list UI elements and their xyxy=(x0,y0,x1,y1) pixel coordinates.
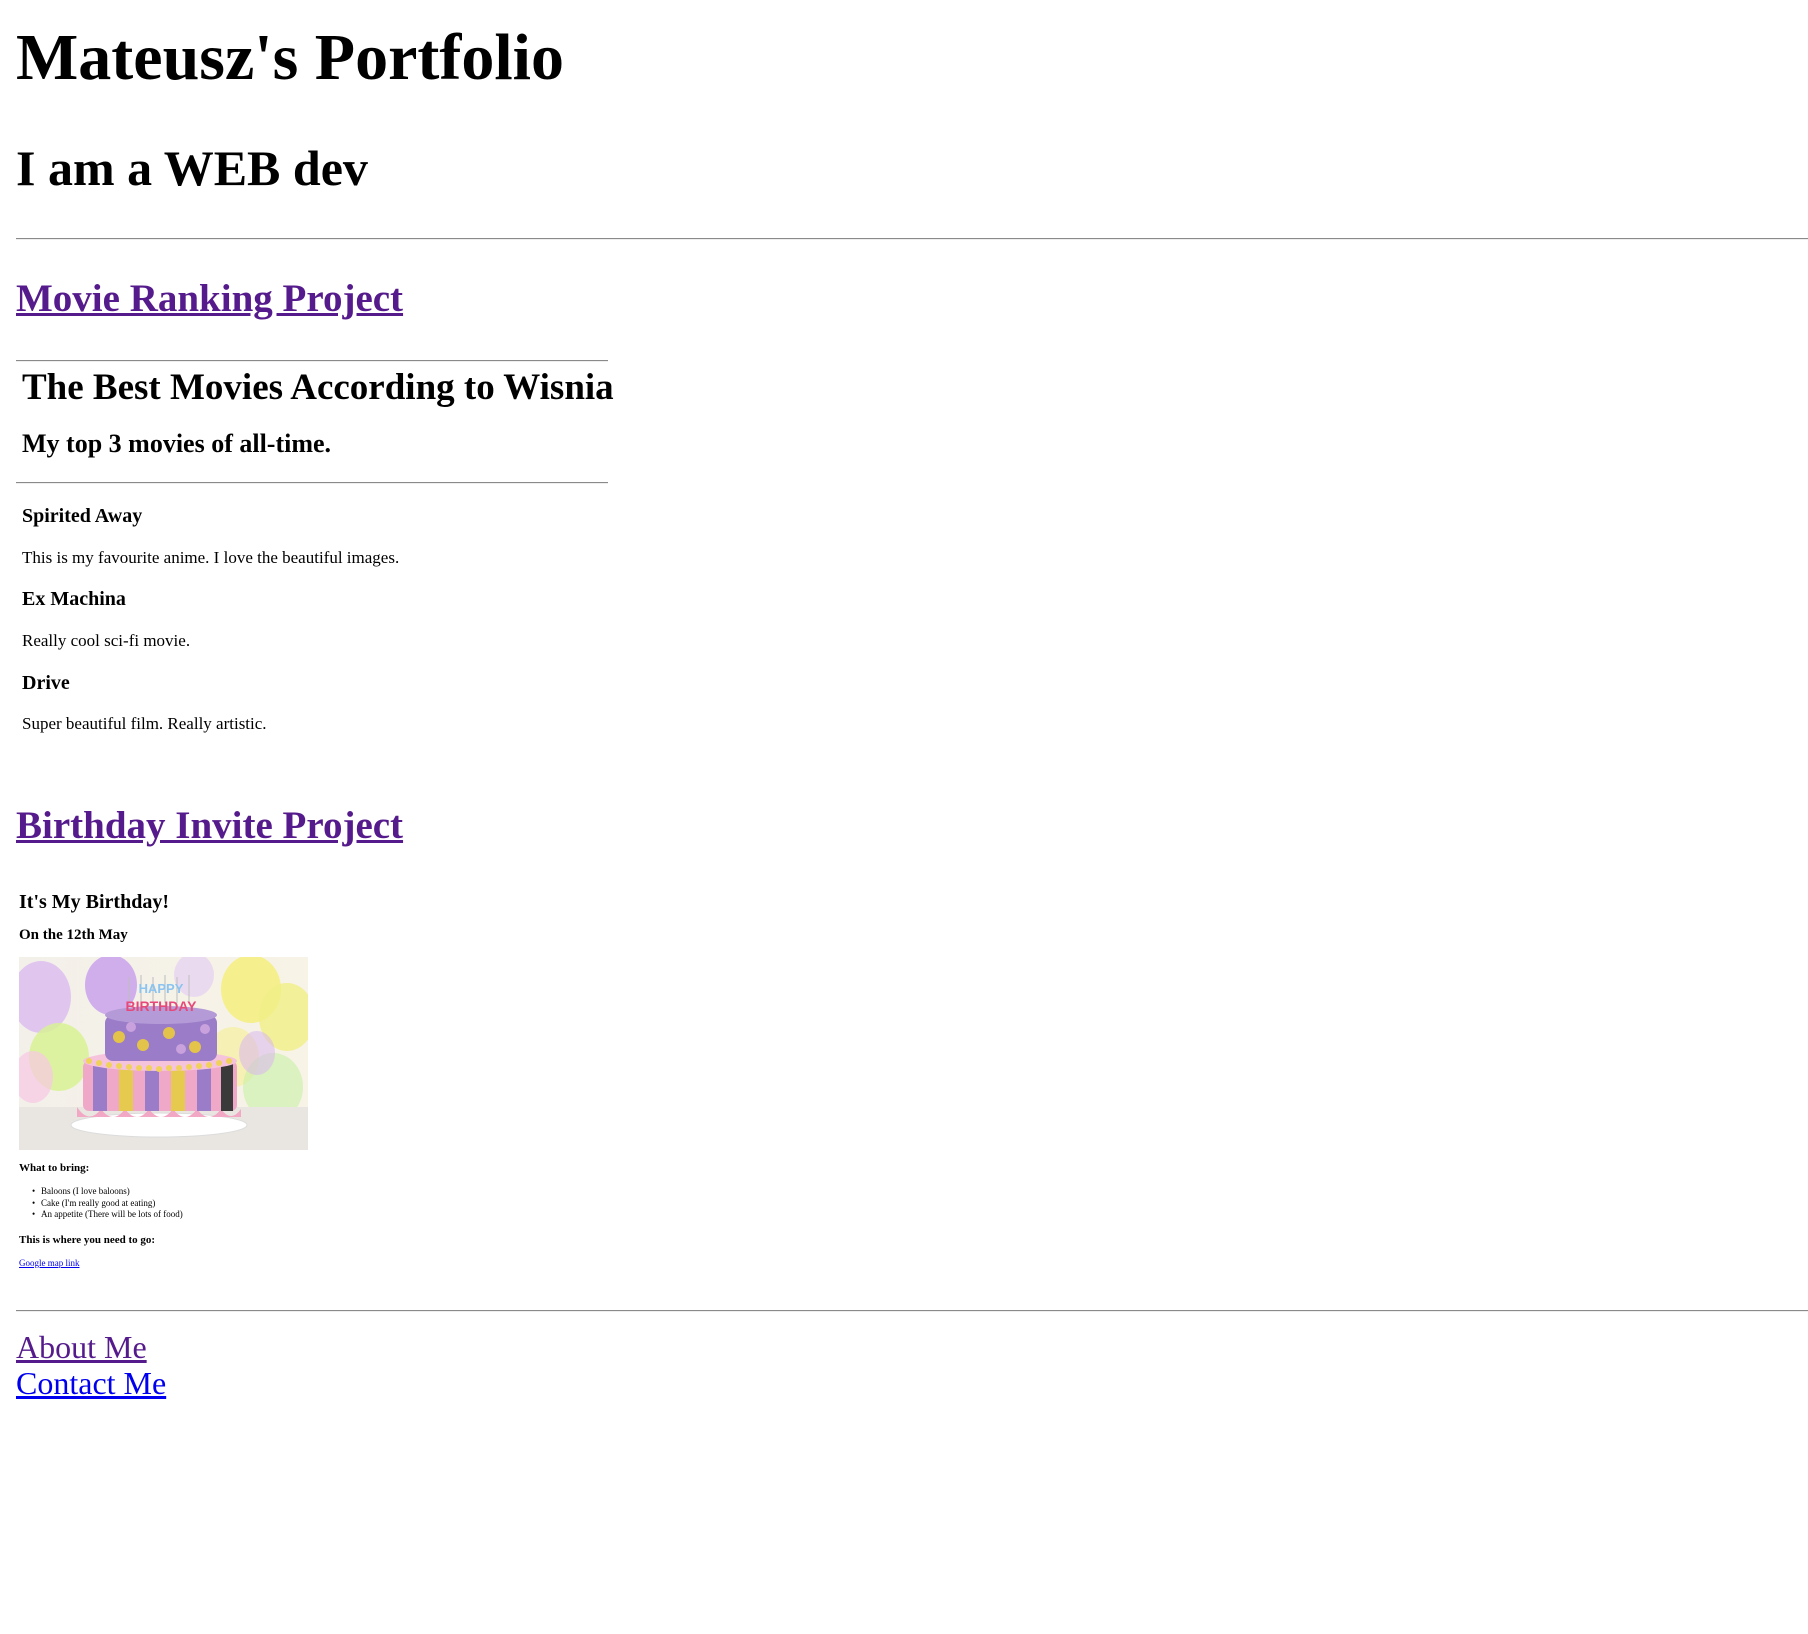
bring-list: • Baloons (I love baloons) • Cake (I'm rea… xyxy=(32,1186,183,1221)
movie-description: This is my favourite anime. I love the b… xyxy=(22,548,400,567)
birthday-date: On the 12th May xyxy=(19,927,128,943)
page-subtitle: I am a WEB dev xyxy=(16,140,368,196)
movie-ranking-project-link[interactable]: Movie Ranking Project xyxy=(16,276,403,323)
divider-top xyxy=(16,238,1808,240)
location-heading: This is where you need to go: xyxy=(19,1234,156,1246)
movie-divider-bottom xyxy=(16,482,608,484)
bring-heading: What to bring: xyxy=(19,1162,90,1174)
google-map-link[interactable]: Google map link xyxy=(19,1258,80,1269)
birthday-invite-project-link[interactable]: Birthday Invite Project xyxy=(16,803,403,850)
movie-name: Drive xyxy=(22,672,70,694)
movie-page-title: The Best Movies According to Wisnia xyxy=(22,367,614,408)
movie-page-subtitle: My top 3 movies of all-time. xyxy=(22,429,332,458)
birthday-title: It's My Birthday! xyxy=(19,891,169,913)
movie-divider-top xyxy=(16,360,608,362)
movie-name: Spirited Away xyxy=(22,505,143,527)
movie-ranking-embed: The Best Movies According to Wisnia My t… xyxy=(16,358,614,748)
about-me-link[interactable]: About Me xyxy=(16,1329,147,1365)
list-item: • Cake (I'm really good at eating) xyxy=(32,1197,156,1208)
movie-description: Really cool sci-fi movie. xyxy=(22,631,191,650)
movie-name: Ex Machina xyxy=(22,588,126,610)
list-item: • An appetite (There will be lots of food… xyxy=(32,1209,183,1219)
contact-me-link[interactable]: Contact Me xyxy=(16,1365,166,1401)
movie-description: Super beautiful film. Really artistic. xyxy=(22,714,267,733)
cake-birthday-text: BIRTHDAY xyxy=(125,998,197,1014)
divider-bottom xyxy=(16,1310,1808,1312)
page-title: Mateusz's Portfolio xyxy=(16,21,565,94)
cake-happy-text: HAPPY xyxy=(139,981,184,996)
list-item: • Baloons (I love baloons) xyxy=(32,1186,130,1196)
birthday-cake-image: HAPPY BIRTHDAY xyxy=(19,957,308,1150)
birthday-invite-embed: It's My Birthday! On the 12th May HAPPY … xyxy=(16,884,336,1274)
